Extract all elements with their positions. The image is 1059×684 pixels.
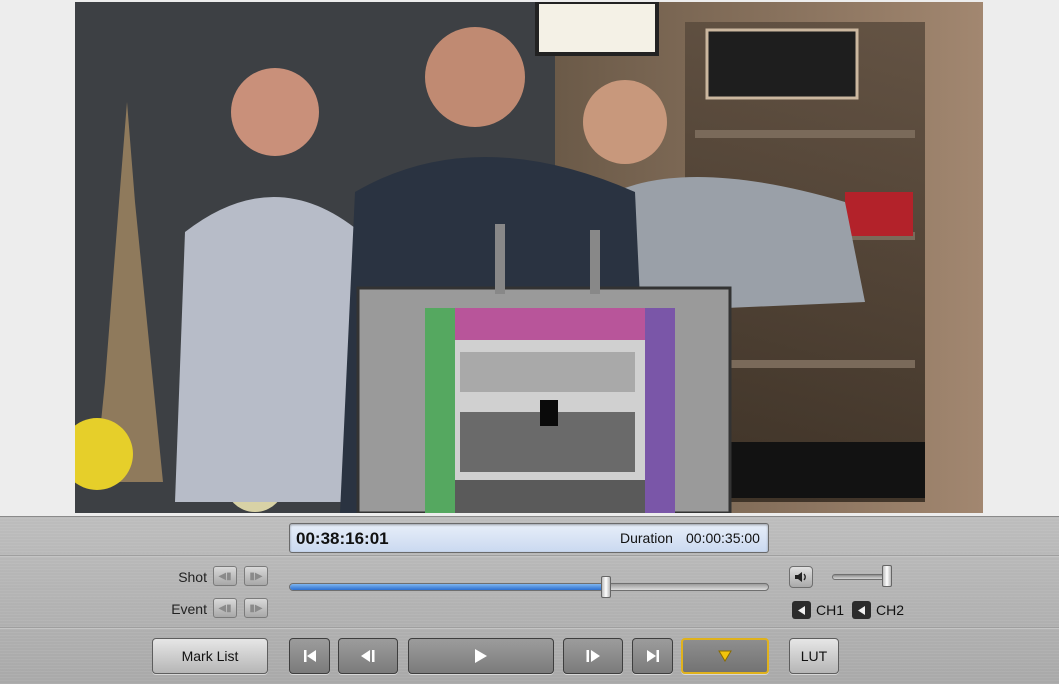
duration-value: 00:00:35:00 bbox=[686, 530, 760, 546]
volume-handle[interactable] bbox=[882, 565, 893, 587]
duration-label: Duration bbox=[620, 530, 673, 546]
event-label: Event bbox=[171, 601, 207, 617]
timeline-scrubber[interactable] bbox=[289, 583, 769, 591]
step-forward-button[interactable] bbox=[563, 638, 623, 674]
triangle-left-icon bbox=[797, 605, 805, 615]
previous-event-button[interactable]: ◀▮ bbox=[213, 598, 237, 618]
mute-button[interactable] bbox=[789, 566, 813, 588]
timeline-progress bbox=[290, 584, 606, 590]
skip-to-start-icon bbox=[303, 650, 316, 662]
speaker-icon bbox=[795, 572, 806, 582]
next-icon: ▮▶ bbox=[249, 602, 263, 614]
video-viewer bbox=[75, 2, 983, 513]
channel-2-toggle[interactable] bbox=[852, 601, 871, 619]
mark-list-label: Mark List bbox=[181, 648, 239, 664]
video-frame-image bbox=[75, 2, 983, 513]
mark-list-button[interactable]: Mark List bbox=[152, 638, 268, 674]
previous-icon: ◀▮ bbox=[218, 570, 232, 582]
lut-button[interactable]: LUT bbox=[789, 638, 839, 674]
next-icon: ▮▶ bbox=[249, 570, 263, 582]
channel-label: CH1 bbox=[816, 602, 845, 618]
panel-divider bbox=[0, 627, 1059, 629]
play-button[interactable] bbox=[408, 638, 554, 674]
next-shot-button[interactable]: ▮▶ bbox=[244, 566, 268, 586]
step-back-icon bbox=[361, 650, 375, 662]
go-to-end-button[interactable] bbox=[632, 638, 673, 674]
marker-triangle-icon bbox=[718, 650, 732, 662]
previous-shot-button[interactable]: ◀▮ bbox=[213, 566, 237, 586]
next-event-button[interactable]: ▮▶ bbox=[244, 598, 268, 618]
timecode-display: 00:38:16:01 Duration 00:00:35:00 bbox=[289, 523, 769, 553]
channel-1-toggle[interactable] bbox=[792, 601, 811, 619]
channel-1[interactable]: CH1 bbox=[792, 600, 844, 620]
current-timecode: 00:38:16:01 bbox=[296, 529, 389, 548]
skip-to-end-icon bbox=[646, 650, 659, 662]
panel-divider bbox=[0, 555, 1059, 557]
step-back-button[interactable] bbox=[338, 638, 398, 674]
add-marker-button[interactable] bbox=[681, 638, 769, 674]
previous-icon: ◀▮ bbox=[218, 602, 232, 614]
go-to-start-button[interactable] bbox=[289, 638, 330, 674]
lut-label: LUT bbox=[800, 648, 828, 664]
scrubber-handle[interactable] bbox=[600, 576, 611, 598]
triangle-left-icon bbox=[857, 605, 865, 615]
channel-label: CH2 bbox=[876, 602, 905, 618]
channel-2[interactable]: CH2 bbox=[852, 600, 904, 620]
step-forward-icon bbox=[586, 650, 600, 662]
play-icon bbox=[475, 649, 487, 663]
shot-label: Shot bbox=[178, 569, 207, 585]
